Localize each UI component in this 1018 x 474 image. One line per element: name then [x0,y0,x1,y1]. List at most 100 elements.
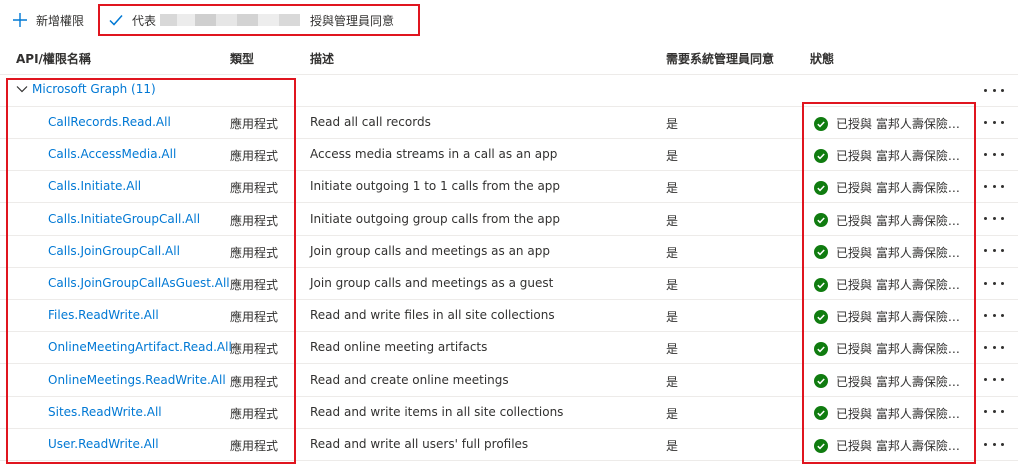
admin-consent-required: 是 [666,310,679,325]
success-check-icon [814,438,828,453]
group-label: Microsoft Graph (11) [32,82,156,96]
status-text: 已授與 富邦人壽保險股... [836,149,970,164]
permission-description: Access media streams in a call as an app [310,147,558,162]
table-row: OnlineMeetings.ReadWrite.All 應用程式 Read a… [0,364,1018,397]
admin-consent-required: 是 [666,278,679,292]
permission-name-link[interactable]: CallRecords.Read.All [48,115,171,129]
permission-type: 應用程式 [230,406,279,421]
more-options-icon[interactable] [984,275,1004,291]
table-row: Sites.ReadWrite.All 應用程式 Read and write … [0,396,1018,429]
column-header-admin-consent[interactable]: 需要系統管理員同意 [666,50,774,67]
permission-description: Join group calls and meetings as a guest [310,276,554,290]
success-check-icon [814,309,828,324]
permission-type: 應用程式 [230,374,279,389]
success-check-icon [814,341,828,356]
more-options-icon[interactable] [984,82,1004,98]
admin-consent-required: 是 [666,342,679,357]
permission-description: Initiate outgoing group calls from the a… [310,211,560,226]
permission-name-link[interactable]: Calls.JoinGroupCall.All [48,244,180,258]
grant-admin-consent-button[interactable]: 代表 授與管理員同意 [98,4,420,36]
more-options-icon[interactable] [984,243,1004,259]
column-header-description[interactable]: 描述 [310,50,334,67]
admin-consent-required: 是 [666,213,679,228]
permission-type: 應用程式 [230,439,279,453]
success-check-icon [814,277,828,292]
more-options-icon[interactable] [984,146,1004,162]
consent-status: 已授與 富邦人壽保險股... [814,147,970,164]
permission-description: Read all call records [310,115,431,129]
table-row: OnlineMeetingArtifact.Read.All 應用程式 Read… [0,331,1018,365]
permission-type: 應用程式 [230,149,279,164]
permission-name-link[interactable]: Calls.AccessMedia.All [48,147,176,161]
add-permission-button[interactable]: 新增權限 [12,8,84,32]
consent-status: 已授與 富邦人壽保險股... [814,115,970,132]
permission-name-link[interactable]: Calls.InitiateGroupCall.All [48,212,200,226]
consent-status: 已授與 富邦人壽保險股... [814,276,970,293]
permission-type: 應用程式 [230,310,279,325]
column-header-type[interactable]: 類型 [230,50,254,67]
more-options-icon[interactable] [984,372,1004,388]
table-header: API/權限名稱 類型 描述 需要系統管理員同意 狀態 [0,42,1018,75]
permission-description: Read and write all users' full profiles [310,437,529,451]
grant-suffix: 授與管理員同意 [310,13,395,28]
consent-status: 已授與 富邦人壽保險股... [814,340,970,357]
status-text: 已授與 富邦人壽保險股... [836,213,970,228]
more-options-icon[interactable] [984,404,1004,420]
table-row: Calls.Initiate.All 應用程式 Initiate outgoin… [0,170,1018,204]
permission-description: Read and create online meetings [310,372,509,387]
permission-description: Join group calls and meetings as an app [310,243,550,258]
consent-status: 已授與 富邦人壽保險股... [814,179,970,196]
admin-consent-required: 是 [666,245,679,260]
column-header-name[interactable]: API/權限名稱 [16,50,91,67]
table-row: Calls.JoinGroupCall.All 應用程式 Join group … [0,235,1018,268]
more-options-icon[interactable] [984,114,1004,130]
table-row: CallRecords.Read.All 應用程式 Read all call … [0,106,1018,139]
success-check-icon [814,374,828,389]
admin-consent-required: 是 [666,439,679,453]
permission-name-link[interactable]: User.ReadWrite.All [48,437,159,451]
success-check-icon [814,213,828,228]
status-text: 已授與 富邦人壽保險股... [836,278,970,292]
more-options-icon[interactable] [984,339,1004,355]
table-row: Calls.AccessMedia.All 應用程式 Access media … [0,138,1018,172]
more-options-icon[interactable] [984,307,1004,323]
permission-description: Read online meeting artifacts [310,340,488,355]
grant-prefix: 代表 [132,13,157,28]
consent-status: 已授與 富邦人壽保險股... [814,212,970,229]
permission-name-link[interactable]: Calls.JoinGroupCallAsGuest.All [48,276,230,290]
permission-name-link[interactable]: OnlineMeetings.ReadWrite.All [48,373,226,387]
table-row: Calls.JoinGroupCallAsGuest.All 應用程式 Join… [0,267,1018,300]
status-text: 已授與 富邦人壽保險股... [836,117,970,131]
consent-status: 已授與 富邦人壽保險股... [814,437,970,454]
more-options-icon[interactable] [984,436,1004,452]
permission-name-link[interactable]: Files.ReadWrite.All [48,308,159,322]
plus-icon [13,13,27,27]
redacted-tenant-name [160,14,301,26]
permission-name-link[interactable]: Sites.ReadWrite.All [48,405,162,419]
more-options-icon[interactable] [984,178,1004,194]
more-options-icon[interactable] [984,211,1004,227]
status-text: 已授與 富邦人壽保險股... [836,439,970,453]
group-toggle[interactable]: Microsoft Graph (11) [16,82,156,96]
permission-type: 應用程式 [230,213,279,228]
permission-type: 應用程式 [230,245,279,260]
permission-type: 應用程式 [230,181,279,196]
admin-consent-required: 是 [666,181,679,196]
status-text: 已授與 富邦人壽保險股... [836,374,970,389]
success-check-icon [814,245,828,260]
success-check-icon [814,116,828,131]
column-header-status[interactable]: 狀態 [810,50,834,67]
permission-type: 應用程式 [230,278,279,292]
table-row: User.ReadWrite.All 應用程式 Read and write a… [0,428,1018,461]
table-row: Files.ReadWrite.All 應用程式 Read and write … [0,299,1018,333]
chevron-down-icon [16,86,28,93]
admin-consent-required: 是 [666,406,679,421]
status-text: 已授與 富邦人壽保險股... [836,342,970,357]
consent-status: 已授與 富邦人壽保險股... [814,244,970,261]
status-text: 已授與 富邦人壽保險股... [836,181,970,196]
success-check-icon [814,180,828,195]
consent-status: 已授與 富邦人壽保險股... [814,373,970,390]
group-row: Microsoft Graph (11) [0,74,1018,107]
permission-name-link[interactable]: OnlineMeetingArtifact.Read.All [48,340,232,354]
permission-name-link[interactable]: Calls.Initiate.All [48,179,141,193]
